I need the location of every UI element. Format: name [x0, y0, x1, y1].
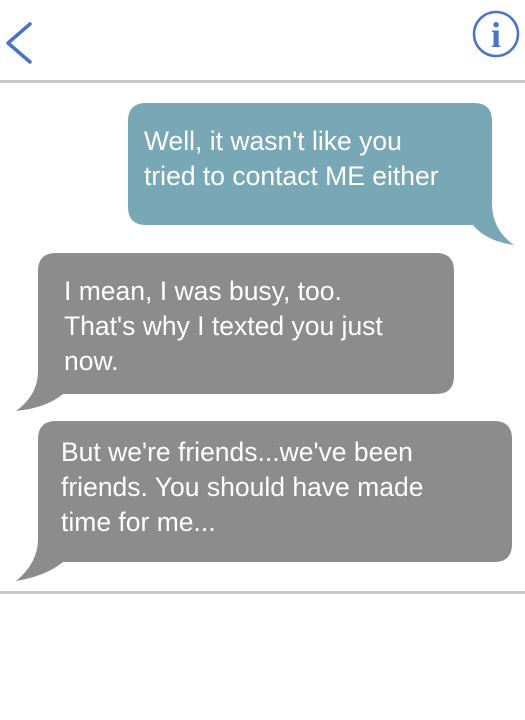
- composer-divider: [0, 591, 525, 594]
- info-button[interactable]: i: [469, 10, 523, 60]
- message-text: But we're friends...we've been friends. …: [61, 437, 424, 537]
- header-divider: [0, 80, 525, 83]
- conversation-header: i: [0, 0, 525, 82]
- info-glyph: i: [491, 15, 501, 55]
- back-button[interactable]: [2, 18, 42, 68]
- message-bubble-received: I mean, I was busy, too. That's why I te…: [16, 253, 454, 414]
- chevron-left-icon: [6, 22, 32, 64]
- message-text: Well, it wasn't like you tried to contac…: [144, 126, 439, 191]
- message-bubble-sent: Well, it wasn't like you tried to contac…: [128, 103, 514, 245]
- info-circle-icon: i: [472, 10, 520, 58]
- message-text: I mean, I was busy, too. That's why I te…: [64, 276, 383, 376]
- message-bubble-received: But we're friends...we've been friends. …: [16, 421, 512, 584]
